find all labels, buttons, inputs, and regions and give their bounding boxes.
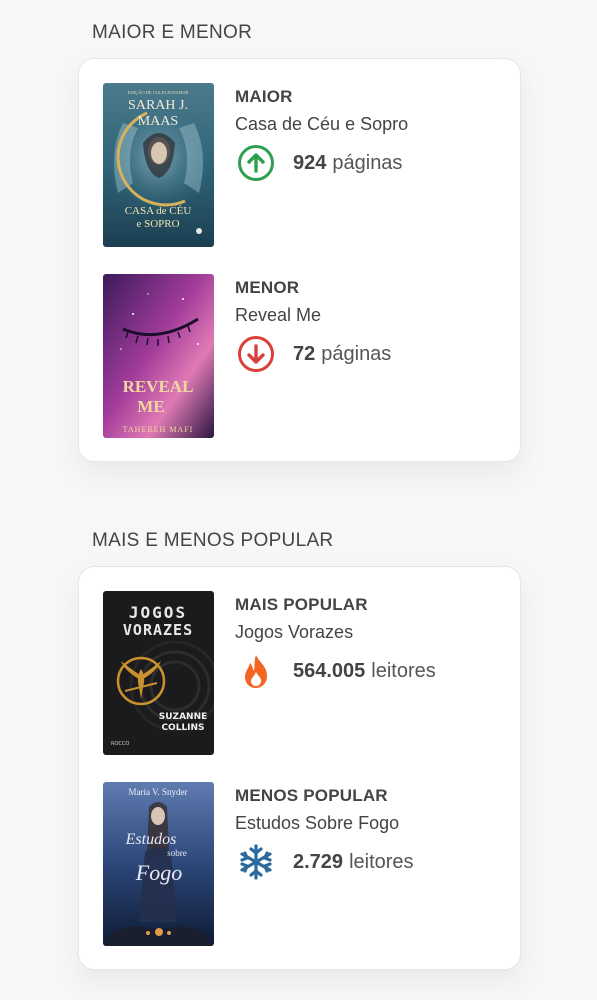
svg-text:Fogo: Fogo: [135, 860, 182, 885]
least-popular-readers-stat: 2.729 leitores: [237, 842, 414, 882]
largest-pages-unit: páginas: [332, 151, 403, 174]
largest-pages-stat: 924 páginas: [237, 143, 402, 183]
book-cover-jogos-vorazes[interactable]: JOGOS VORAZES SUZANNE COLLINS ROCCO: [103, 591, 214, 755]
most-popular-book-title[interactable]: Jogos Vorazes: [235, 622, 353, 643]
smallest-pages-unit: páginas: [321, 342, 392, 365]
svg-text:sobre: sobre: [167, 848, 187, 858]
largest-book-row[interactable]: EDIÇÃO DE COLECIONADOR SARAH J. MAAS CAS…: [103, 83, 503, 248]
least-popular-readers-unit: leitores: [349, 850, 414, 873]
svg-text:SARAH J.: SARAH J.: [128, 98, 188, 113]
smallest-label: MENOR: [235, 278, 300, 297]
most-popular-readers-value: 564.005: [293, 659, 366, 682]
book-cover-casa-de-ceu-e-sopro[interactable]: EDIÇÃO DE COLECIONADOR SARAH J. MAAS CAS…: [103, 83, 214, 247]
svg-text:EDIÇÃO DE COLECIONADOR: EDIÇÃO DE COLECIONADOR: [128, 90, 189, 95]
fire-icon: [245, 655, 267, 688]
svg-text:COLLINS: COLLINS: [161, 723, 204, 733]
svg-text:TAHEREH MAFI: TAHEREH MAFI: [123, 425, 194, 434]
book-cover-reveal-me[interactable]: REVEAL ME TAHEREH MAFI: [103, 274, 214, 438]
svg-text:Estudos: Estudos: [125, 831, 177, 848]
svg-text:Maria V. Snyder: Maria V. Snyder: [129, 787, 188, 797]
most-popular-readers-stat: 564.005 leitores: [237, 651, 436, 691]
section-title-popularity: MAIS E MENOS POPULAR: [92, 530, 334, 551]
section-title-size: MAIOR E MENOR: [92, 22, 253, 43]
largest-book-title[interactable]: Casa de Céu e Sopro: [235, 114, 408, 135]
svg-text:CASA de CÉU: CASA de CÉU: [125, 205, 192, 217]
svg-text:VORAZES: VORAZES: [123, 621, 193, 639]
smallest-pages-value: 72: [293, 342, 316, 365]
svg-text:JOGOS: JOGOS: [129, 603, 187, 622]
largest-label: MAIOR: [235, 87, 293, 106]
size-card: EDIÇÃO DE COLECIONADOR SARAH J. MAAS CAS…: [78, 58, 521, 462]
most-popular-readers-unit: leitores: [371, 659, 436, 682]
popularity-card: JOGOS VORAZES SUZANNE COLLINS ROCCO MAIS…: [78, 566, 521, 970]
svg-text:ROCCO: ROCCO: [111, 741, 129, 747]
least-popular-book-title[interactable]: Estudos Sobre Fogo: [235, 813, 399, 834]
svg-text:REVEAL: REVEAL: [123, 377, 194, 396]
largest-pages-value: 924: [293, 151, 327, 174]
least-popular-book-row[interactable]: Maria V. Snyder Estudos sobre Fogo MENOS…: [103, 782, 503, 947]
smallest-pages-stat: 72 páginas: [237, 334, 391, 374]
smallest-book-row[interactable]: REVEAL ME TAHEREH MAFI MENOR Reveal Me 7…: [103, 274, 503, 439]
most-popular-label: MAIS POPULAR: [235, 595, 368, 614]
arrow-up-circle-icon: [238, 145, 274, 181]
most-popular-book-row[interactable]: JOGOS VORAZES SUZANNE COLLINS ROCCO MAIS…: [103, 591, 503, 756]
svg-text:MAAS: MAAS: [138, 114, 178, 129]
book-cover-estudos-sobre-fogo[interactable]: Maria V. Snyder Estudos sobre Fogo: [103, 782, 214, 946]
smallest-book-title[interactable]: Reveal Me: [235, 305, 321, 326]
svg-text:SUZANNE: SUZANNE: [159, 712, 208, 722]
least-popular-label: MENOS POPULAR: [235, 786, 388, 805]
snowflake-icon: [240, 844, 272, 880]
svg-text:e SOPRO: e SOPRO: [136, 218, 179, 230]
least-popular-readers-value: 2.729: [293, 850, 344, 873]
arrow-down-circle-icon: [238, 336, 274, 372]
svg-text:ME: ME: [137, 397, 164, 416]
